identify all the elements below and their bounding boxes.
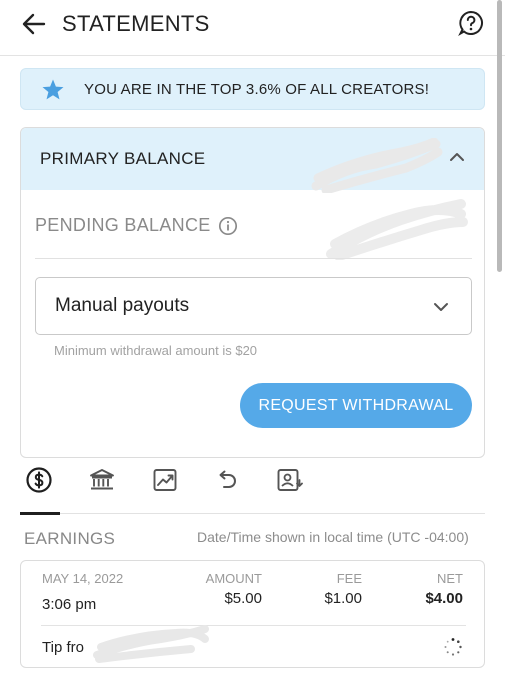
pending-balance-label: PENDING BALANCE — [35, 215, 211, 235]
timezone-note: Date/Time shown in local time (UTC -04:0… — [197, 529, 469, 545]
page-scrollbar[interactable] — [497, 0, 502, 272]
redacted-scribble — [326, 199, 468, 260]
page-title: STATEMENTS — [62, 11, 210, 36]
earning-description: Tip fro — [42, 639, 84, 656]
top-creators-banner: YOU ARE IN THE TOP 3.6% OF ALL CREATORS! — [20, 68, 485, 110]
bank-icon[interactable] — [88, 466, 116, 494]
earnings-heading: EARNINGS — [24, 529, 116, 548]
fee-header: FEE — [336, 571, 362, 586]
user-statement-icon[interactable] — [275, 466, 303, 494]
fee-value: $1.00 — [324, 590, 362, 607]
divider — [35, 258, 472, 259]
earning-row[interactable]: MAY 14, 2022 3:06 pm AMOUNT $5.00 FEE $1… — [20, 560, 485, 668]
help-icon[interactable] — [458, 10, 484, 36]
payout-method-value: Manual payouts — [55, 295, 190, 316]
info-icon[interactable] — [218, 216, 238, 236]
banner-text: YOU ARE IN THE TOP 3.6% OF ALL CREATORS! — [84, 81, 430, 98]
dollar-circle-icon[interactable] — [25, 466, 53, 494]
star-icon — [42, 79, 64, 100]
chevron-down-icon — [434, 303, 448, 311]
app-header: STATEMENTS — [0, 0, 505, 56]
loading-spinner-icon — [444, 638, 462, 656]
tabs-divider — [20, 513, 485, 514]
undo-icon[interactable] — [213, 466, 241, 494]
net-header: NET — [437, 571, 463, 586]
statement-tabs — [0, 462, 505, 518]
payout-method-select[interactable]: Manual payouts — [35, 277, 472, 335]
redacted-scribble — [311, 138, 443, 193]
back-arrow-icon[interactable] — [20, 10, 48, 38]
redacted-scribble — [93, 625, 209, 663]
active-tab-indicator — [20, 512, 60, 515]
minimum-withdrawal-hint: Minimum withdrawal amount is $20 — [54, 343, 258, 358]
amount-header: AMOUNT — [205, 571, 262, 586]
primary-balance-label: PRIMARY BALANCE — [40, 149, 206, 168]
primary-balance-header[interactable]: PRIMARY BALANCE — [21, 128, 484, 193]
earning-time: 3:06 pm — [42, 596, 97, 613]
request-withdrawal-button[interactable]: REQUEST WITHDRAWAL — [240, 383, 472, 428]
trend-chart-icon[interactable] — [151, 466, 179, 494]
net-value: $4.00 — [425, 590, 463, 607]
amount-value: $5.00 — [224, 590, 262, 607]
balance-card: PRIMARY BALANCE PENDING BALANCE Manual p… — [20, 127, 485, 458]
chevron-up-icon[interactable] — [448, 148, 466, 166]
earning-date: MAY 14, 2022 — [42, 571, 124, 586]
